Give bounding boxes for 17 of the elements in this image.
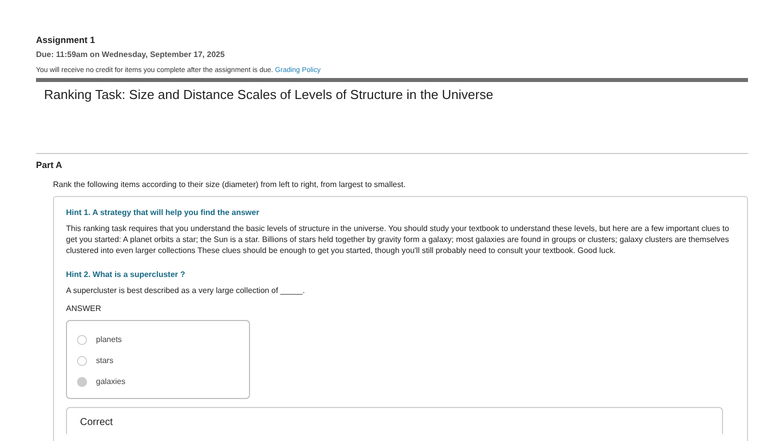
instruction-text: Rank the following items according to their size (diameter) from left to right, from largest to smallest.	[53, 180, 407, 189]
hint-title[interactable]: Hint 2. What is a supercluster ?	[66, 270, 735, 279]
feedback-text: Correct	[80, 417, 114, 428]
option-label: planets	[96, 335, 122, 344]
assignment-title: Assignment 1	[36, 35, 96, 45]
radio-button[interactable]	[77, 376, 87, 386]
radio-button[interactable]	[77, 356, 87, 366]
due-date: Due: 11:59am on Wednesday, September 17, 2025	[36, 50, 226, 59]
answer-label: ANSWER	[66, 304, 102, 313]
radio-button[interactable]	[77, 334, 87, 344]
option-label: galaxies	[96, 377, 126, 386]
task-title: Ranking Task: Size and Distance Scales of Levels of Structure in the Universe	[44, 87, 494, 102]
hint-title[interactable]: Hint 1. A strategy that will help you find the answer	[66, 208, 735, 217]
part-label: Part A	[36, 160, 64, 170]
hint-text: A supercluster is best described as a very large collection of _____.	[66, 285, 306, 296]
option-label: stars	[96, 356, 114, 365]
hint-text: This ranking task requires that you understand the basic levels of structure in the universe. You should study your textbook to understand these levels, but here are a few important clues to get you started: A planet orbits a star; the Sun is a star. Billions of stars held together by gravity form a galaxy; most galaxies are found in groups or clusters; galaxy clusters are themselves clustered into even larger collections These clues should be enough to get you started, though you'll still probably need to consult your textbook. Good luck.	[66, 223, 730, 256]
